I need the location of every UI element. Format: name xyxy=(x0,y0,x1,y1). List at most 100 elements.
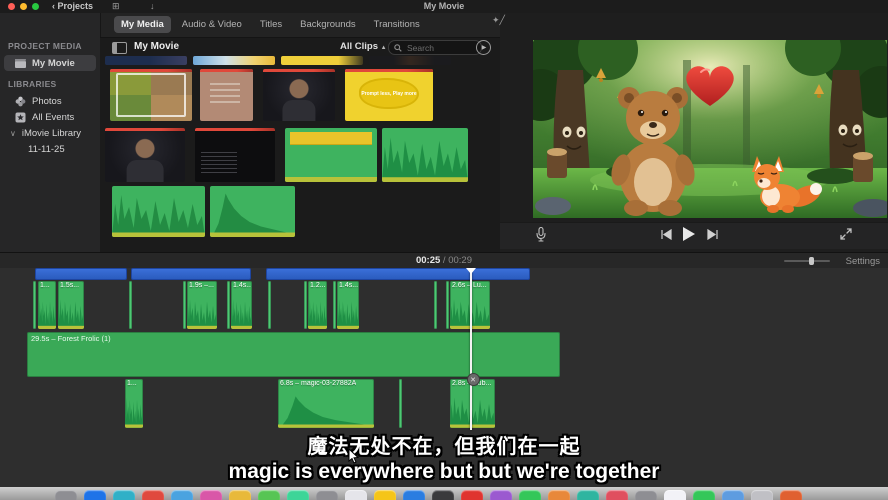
dock-app-icon-7[interactable] xyxy=(258,490,280,500)
sidebar-item-all-events[interactable]: All Events xyxy=(0,109,100,125)
timeline-clip-thin[interactable] xyxy=(129,281,132,329)
mute-badge-icon[interactable]: ✕ xyxy=(467,373,480,386)
tab-backgrounds[interactable]: Backgrounds xyxy=(293,16,362,33)
media-thumbnail-collage[interactable] xyxy=(110,69,192,121)
timeline-audio-clip[interactable]: 1.9s –... xyxy=(187,281,217,329)
sidebar-item-label: iMovie Library xyxy=(22,128,81,139)
timeline-clip-thin[interactable] xyxy=(268,281,271,329)
title-clip[interactable] xyxy=(35,268,127,280)
tab-my-media[interactable]: My Media xyxy=(114,16,171,33)
timeline-audio-clip[interactable]: 1.5s... xyxy=(58,281,84,329)
timeline-audio-clip[interactable]: 1... xyxy=(38,281,56,329)
timeline-clip-thin[interactable] xyxy=(434,281,437,329)
playhead[interactable] xyxy=(470,268,472,430)
play-icon[interactable] xyxy=(682,226,696,242)
viewer-pane: ✦╱ xyxy=(500,13,888,252)
project-icon xyxy=(14,58,26,68)
sidebar-item-my-movie[interactable]: My Movie xyxy=(4,55,96,71)
media-thumbnail-person[interactable] xyxy=(105,128,185,182)
subtitles: 魔法无处不在，但我们在一起 magic is everywhere but bu… xyxy=(0,430,888,484)
timeline-audio-clip[interactable]: 1.4s... xyxy=(337,281,359,329)
media-tabs: My MediaAudio & VideoTitlesBackgrounds Tr… xyxy=(114,16,427,33)
dock-app-icon-11[interactable] xyxy=(374,490,396,500)
timeline-audio-clip[interactable]: 1.2... xyxy=(308,281,327,329)
dock-app-icon-10[interactable] xyxy=(345,490,367,500)
tab-audio-video[interactable]: Audio & Video xyxy=(175,16,249,33)
media-thumbnail-terminal[interactable] xyxy=(195,128,275,182)
timeline-clip-thin[interactable] xyxy=(333,281,336,329)
dock-app-icon-12[interactable] xyxy=(403,490,425,500)
preview-image xyxy=(533,40,887,218)
media-thumbnail-person[interactable] xyxy=(263,69,335,121)
timeline-settings-button[interactable]: Settings xyxy=(846,256,880,267)
dock-app-icon-19[interactable] xyxy=(606,490,628,500)
dock-app-icon-16[interactable] xyxy=(519,490,541,500)
title-clip[interactable] xyxy=(131,268,251,280)
subtitle-line-chinese: 魔法无处不在，但我们在一起 xyxy=(0,430,888,459)
timeline-audio-clip[interactable]: 1... xyxy=(125,379,143,428)
dock-app-icon-15[interactable] xyxy=(490,490,512,500)
media-thumbnail-sky[interactable] xyxy=(193,56,275,65)
dock-app-icon-14[interactable] xyxy=(461,490,483,500)
title-clip[interactable] xyxy=(266,268,530,280)
timeline-clip-thin[interactable] xyxy=(33,281,36,329)
zoom-slider-thumb[interactable] xyxy=(809,257,814,265)
timeline-clip-thin[interactable] xyxy=(304,281,307,329)
dock-app-icon-9[interactable] xyxy=(316,490,338,500)
tab-titles[interactable]: Titles xyxy=(253,16,289,33)
dock-app-icon-0[interactable] xyxy=(55,490,77,500)
dock xyxy=(0,487,888,500)
media-thumbnail-greenwave[interactable] xyxy=(112,186,205,237)
dock-app-icon-20[interactable] xyxy=(635,490,657,500)
timeline-zoom-slider[interactable] xyxy=(784,260,830,262)
media-thumbnail-darkpeople[interactable] xyxy=(369,56,451,65)
media-thumbnail-promo[interactable]: Prompt less, Play more xyxy=(345,69,433,121)
window-titlebar: ‹ Projects ⊞ ↓ My Movie xyxy=(0,0,888,13)
media-thumbnail-greenbanner[interactable] xyxy=(285,128,377,182)
subtitle-line-english: magic is everywhere but but we're togeth… xyxy=(0,460,888,484)
media-thumbnail-greendecay[interactable] xyxy=(210,186,295,237)
timeline-audio-clip[interactable]: 1.4s... xyxy=(231,281,252,329)
dock-app-icon-4[interactable] xyxy=(171,490,193,500)
dock-app-icon-5[interactable] xyxy=(200,490,222,500)
dock-app-icon-1[interactable] xyxy=(84,490,106,500)
project-media-header: PROJECT MEDIA xyxy=(0,33,100,55)
skip-back-icon[interactable] xyxy=(660,229,672,240)
skip-forward-icon[interactable] xyxy=(707,229,719,240)
media-thumbnail-tan[interactable] xyxy=(200,69,253,121)
fullscreen-icon[interactable] xyxy=(840,228,852,240)
media-thumbnail-navy[interactable] xyxy=(105,56,187,65)
dock-app-icon-18[interactable] xyxy=(577,490,599,500)
timeline-audio-clip[interactable]: 6.8s – magic-03-27882A xyxy=(278,379,374,428)
microphone-icon[interactable] xyxy=(536,227,546,242)
timecode-display: 00:25 / 00:29 xyxy=(0,255,888,266)
timeline-music-clip[interactable]: 29.5s – Forest Frolic (1) xyxy=(27,332,560,377)
libraries-sidebar: PROJECT MEDIA My Movie LIBRARIES Photos … xyxy=(0,13,101,252)
dock-app-icon-17[interactable] xyxy=(548,490,570,500)
dock-app-icon-6[interactable] xyxy=(229,490,251,500)
dock-app-icon-8[interactable] xyxy=(287,490,309,500)
media-thumbnail-yellow[interactable] xyxy=(281,56,363,65)
enhance-wand-icon[interactable]: ✦╱ xyxy=(492,15,505,26)
dock-app-icon-3[interactable] xyxy=(142,490,164,500)
dock-app-icon-21[interactable] xyxy=(664,490,686,500)
dock-app-icon-23[interactable] xyxy=(722,490,744,500)
dock-app-icon-25[interactable] xyxy=(780,490,802,500)
dock-app-icon-13[interactable] xyxy=(432,490,454,500)
dock-app-icon-2[interactable] xyxy=(113,490,135,500)
timeline-clip-thin[interactable] xyxy=(399,379,402,428)
chevron-down-icon[interactable]: ∨ xyxy=(10,129,16,138)
dock-app-icon-24[interactable] xyxy=(751,490,773,500)
sidebar-item-imovie-library[interactable]: ∨ iMovie Library xyxy=(0,125,100,141)
sidebar-item-event-date[interactable]: 11-11-25 xyxy=(0,141,100,157)
clip-label: 1... xyxy=(127,380,137,387)
timeline-clip-thin[interactable] xyxy=(446,281,449,329)
tab-transitions[interactable]: Transitions xyxy=(367,16,427,33)
media-thumbnail-greenspikes[interactable] xyxy=(382,128,468,182)
timeline-clip-thin[interactable] xyxy=(183,281,186,329)
timeline-audio-clip[interactable]: 2.8s – Bub... xyxy=(450,379,495,428)
sidebar-item-photos[interactable]: Photos xyxy=(0,93,100,109)
sidebar-item-label: All Events xyxy=(32,112,74,123)
timeline-clip-thin[interactable] xyxy=(227,281,230,329)
dock-app-icon-22[interactable] xyxy=(693,490,715,500)
